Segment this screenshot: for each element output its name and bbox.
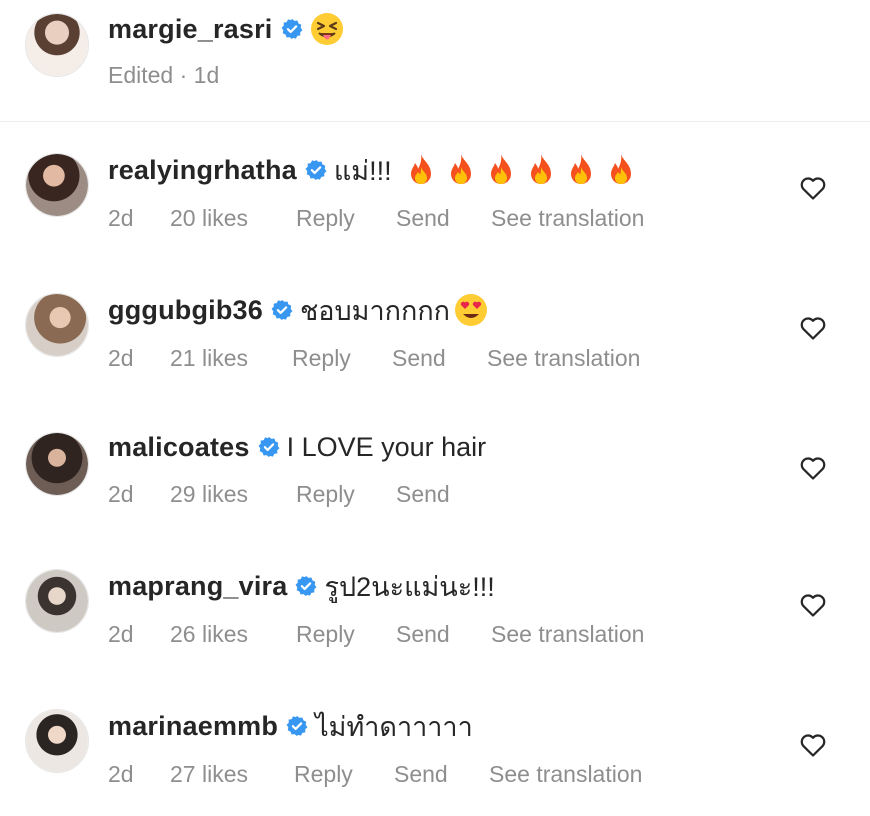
- reply-button[interactable]: Reply: [292, 345, 392, 372]
- comment-username[interactable]: malicoates: [108, 432, 250, 463]
- verified-badge-icon: [271, 299, 293, 321]
- see-translation-button[interactable]: See translation: [491, 205, 644, 232]
- comment-time: 2d: [108, 345, 134, 371]
- avatar[interactable]: [25, 432, 89, 496]
- see-translation-button[interactable]: See translation: [487, 345, 640, 372]
- comment-username[interactable]: maprang_vira: [108, 571, 287, 602]
- comment-time: 2d: [108, 761, 134, 787]
- caption-meta: Edited · 1d: [108, 62, 220, 88]
- likes-count[interactable]: 26 likes: [170, 621, 296, 648]
- likes-count[interactable]: 29 likes: [170, 481, 296, 508]
- heart-icon[interactable]: [800, 456, 826, 480]
- caption-username[interactable]: margie_rasri: [108, 14, 273, 45]
- verified-badge-icon: [258, 436, 280, 458]
- likes-count[interactable]: 20 likes: [170, 205, 296, 232]
- reply-button[interactable]: Reply: [296, 621, 396, 648]
- comment-username[interactable]: realyingrhatha: [108, 155, 297, 186]
- fire-icon: [410, 154, 431, 184]
- squinting-tongue-emoji-icon: [310, 12, 344, 46]
- send-button[interactable]: Send: [396, 481, 491, 508]
- divider: [0, 121, 870, 122]
- send-button[interactable]: Send: [394, 761, 489, 788]
- reply-button[interactable]: Reply: [296, 205, 396, 232]
- verified-badge-icon: [286, 715, 308, 737]
- heart-icon[interactable]: [800, 733, 826, 757]
- comment-text: แม่!!!: [333, 155, 392, 186]
- heart-icon[interactable]: [800, 316, 826, 340]
- comment-username[interactable]: marinaemmb: [108, 711, 278, 742]
- comment-text: I LOVE your hair: [286, 431, 487, 462]
- verified-badge-icon: [295, 575, 317, 597]
- comment-text: ชอบมากกกก: [299, 295, 451, 326]
- verified-badge-icon: [281, 18, 303, 40]
- comment-time: 2d: [108, 621, 134, 647]
- heart-icon[interactable]: [800, 176, 826, 200]
- reply-button[interactable]: Reply: [294, 761, 394, 788]
- avatar[interactable]: [25, 13, 89, 77]
- comment-time: 2d: [108, 481, 134, 507]
- send-button[interactable]: Send: [392, 345, 487, 372]
- verified-badge-icon: [305, 159, 327, 181]
- fire-icon: [570, 154, 591, 184]
- fire-emoji-row: [406, 153, 636, 187]
- see-translation-button[interactable]: See translation: [491, 621, 644, 648]
- comment-username[interactable]: gggubgib36: [108, 295, 263, 326]
- send-button[interactable]: Send: [396, 205, 491, 232]
- heart-eyes-emoji-icon: [454, 293, 488, 327]
- comment-text: รูป2นะแม่นะ!!!: [324, 571, 495, 602]
- fire-icon: [450, 154, 471, 184]
- see-translation-button[interactable]: See translation: [489, 761, 642, 788]
- likes-count[interactable]: 21 likes: [170, 345, 292, 372]
- reply-button[interactable]: Reply: [296, 481, 396, 508]
- fire-icon: [490, 154, 511, 184]
- fire-icon: [530, 154, 551, 184]
- fire-icon: [610, 154, 631, 184]
- heart-icon[interactable]: [800, 593, 826, 617]
- avatar[interactable]: [25, 293, 89, 357]
- send-button[interactable]: Send: [396, 621, 491, 648]
- avatar[interactable]: [25, 709, 89, 773]
- avatar[interactable]: [25, 153, 89, 217]
- post-caption: margie_rasri Edited · 1d: [0, 0, 870, 120]
- avatar[interactable]: [25, 569, 89, 633]
- comment-text: ไม่ทำดาาาาา: [315, 711, 473, 742]
- likes-count[interactable]: 27 likes: [170, 761, 294, 788]
- comment-time: 2d: [108, 205, 134, 231]
